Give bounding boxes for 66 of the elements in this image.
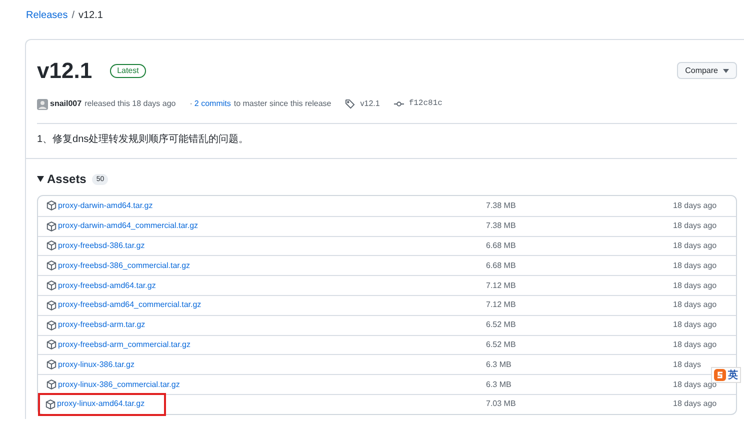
package-icon	[46, 300, 57, 311]
asset-date: 18 days ago	[673, 240, 718, 252]
separator-dot: ·	[190, 98, 192, 110]
asset-date: 18 days ago	[673, 299, 718, 312]
breadcrumb-separator: /	[72, 9, 74, 23]
compare-button[interactable]: Compare	[677, 62, 737, 79]
asset-link[interactable]: proxy-freebsd-arm_commercial.tar.gz	[46, 338, 486, 351]
asset-size: 6.52 MB	[486, 338, 517, 351]
asset-size: 6.52 MB	[486, 319, 517, 332]
releases-link[interactable]: Releases	[26, 8, 68, 23]
asset-size: 6.68 MB	[486, 240, 517, 252]
commits-link[interactable]: 2 commits	[194, 98, 231, 110]
asset-link[interactable]: proxy-darwin-amd64.tar.gz	[46, 200, 486, 212]
asset-date: 18 days ago	[673, 200, 718, 212]
asset-size: 7.38 MB	[486, 200, 517, 212]
asset-date: 18 days	[673, 358, 702, 371]
asset-size: 7.03 MB	[486, 398, 517, 410]
asset-link[interactable]: proxy-freebsd-amd64.tar.gz	[46, 280, 486, 292]
asset-link[interactable]: proxy-darwin-amd64_commercial.tar.gz	[46, 220, 486, 232]
asset-date: 18 days ago	[673, 319, 718, 332]
asset-size: 6.68 MB	[486, 260, 517, 272]
commit-icon	[394, 100, 404, 108]
package-icon	[46, 260, 57, 272]
package-icon	[46, 379, 57, 390]
package-icon	[46, 359, 57, 370]
asset-link[interactable]: proxy-freebsd-386.tar.gz	[46, 240, 486, 252]
asset-link[interactable]: proxy-linux-amd64.tar.gz	[40, 394, 164, 414]
triangle-icon	[37, 176, 44, 182]
package-icon	[46, 280, 57, 292]
release-title: v12.1	[37, 57, 92, 85]
asset-size: 6.3 MB	[486, 358, 512, 371]
asset-size: 7.12 MB	[486, 299, 517, 312]
asset-link[interactable]: proxy-freebsd-386_commercial.tar.gz	[46, 260, 486, 272]
tag-label[interactable]: v12.1	[360, 98, 380, 110]
commit-hash[interactable]: f12c81c	[408, 98, 442, 110]
author-name[interactable]: snail007	[50, 98, 82, 110]
asset-date: 18 days ago	[673, 280, 718, 292]
package-icon	[46, 339, 57, 350]
caret-icon	[723, 68, 729, 72]
package-icon	[46, 200, 57, 212]
asset-size: 6.3 MB	[486, 378, 512, 391]
ime-logo-icon	[714, 369, 726, 381]
commits-text: to master since this release	[234, 98, 332, 110]
breadcrumb-current: v12.1	[78, 9, 103, 23]
asset-date: 18 days ago	[673, 220, 718, 232]
release-notes: 1、修复dns处理转发规则顺序可能错乱的问题。	[37, 133, 250, 147]
avatar-icon	[37, 98, 48, 110]
package-icon	[46, 320, 57, 331]
asset-link[interactable]: proxy-freebsd-arm.tar.gz	[46, 319, 486, 332]
asset-size: 7.38 MB	[486, 220, 517, 232]
asset-link[interactable]: proxy-linux-386_commercial.tar.gz	[46, 378, 486, 391]
package-icon	[46, 240, 57, 252]
asset-date: 18 days ago	[673, 338, 718, 351]
asset-date: 18 days ago	[673, 260, 718, 272]
package-icon	[46, 220, 57, 232]
asset-date: 18 days ago	[673, 398, 718, 410]
package-icon	[45, 398, 56, 410]
ime-indicator[interactable]: 英	[711, 367, 741, 383]
assets-toggle[interactable]: Assets	[37, 170, 86, 188]
ime-label: 英	[728, 368, 738, 382]
asset-size: 7.12 MB	[486, 280, 517, 292]
asset-link[interactable]: proxy-freebsd-amd64_commercial.tar.gz	[46, 299, 486, 312]
release-info: released this 18 days ago	[84, 98, 176, 110]
asset-link[interactable]: proxy-linux-386.tar.gz	[46, 358, 486, 371]
latest-badge: Latest	[110, 64, 146, 78]
tag-icon	[345, 99, 356, 109]
